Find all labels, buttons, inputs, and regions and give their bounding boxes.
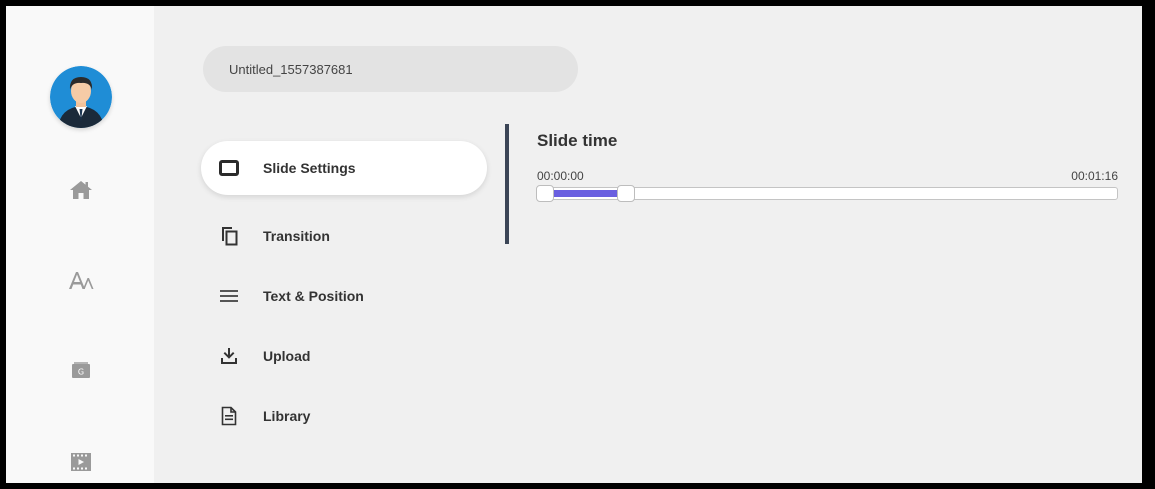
slider-end-handle[interactable] — [617, 185, 636, 202]
icon-sidebar: G — [6, 6, 154, 483]
menu-item-library[interactable]: Library — [201, 389, 487, 443]
menu-item-text-position[interactable]: Text & Position — [201, 269, 487, 323]
app-window: G Untitled_1557387681 Slide Settings Tra… — [6, 6, 1142, 483]
svg-text:G: G — [78, 368, 84, 377]
copy-icon — [219, 226, 239, 246]
menu-item-label: Slide Settings — [263, 160, 356, 176]
document-icon — [219, 406, 239, 426]
slide-time-end: 00:01:16 — [1071, 169, 1118, 183]
gallery-icon[interactable]: G — [65, 354, 97, 386]
menu-item-label: Library — [263, 408, 311, 424]
slider-selected-range — [544, 190, 620, 197]
slide-time-title: Slide time — [537, 131, 618, 150]
slider-start-handle[interactable] — [536, 185, 554, 202]
menu-item-label: Upload — [263, 348, 311, 364]
document-title: Untitled_1557387681 — [229, 61, 353, 77]
text-font-icon[interactable] — [65, 264, 97, 296]
video-icon[interactable] — [65, 446, 97, 478]
slide-time-start: 00:00:00 — [537, 169, 584, 183]
slide-time-slider[interactable] — [536, 185, 1118, 202]
menu-item-label: Transition — [263, 228, 330, 244]
lines-icon — [219, 286, 239, 306]
slide-icon — [219, 158, 239, 178]
upload-icon — [219, 346, 239, 366]
user-avatar-icon — [50, 66, 112, 128]
panel-divider — [505, 124, 509, 244]
avatar[interactable] — [50, 66, 112, 128]
menu-item-upload[interactable]: Upload — [201, 329, 487, 383]
menu-item-label: Text & Position — [263, 288, 364, 304]
document-title-field[interactable]: Untitled_1557387681 — [203, 46, 578, 92]
home-icon[interactable] — [65, 174, 97, 206]
menu-item-transition[interactable]: Transition — [201, 209, 487, 263]
menu-item-slide-settings[interactable]: Slide Settings — [201, 141, 487, 195]
